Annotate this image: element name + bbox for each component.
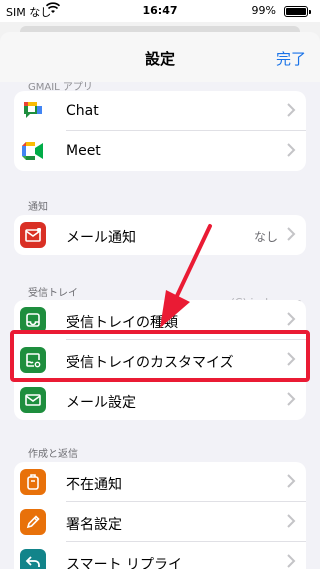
settings-row-chat[interactable]: Chat — [14, 91, 306, 131]
inbox-customize-icon — [20, 347, 46, 373]
chevron-right-icon — [287, 554, 296, 568]
settings-row-label: スマート リプライ — [66, 557, 183, 569]
chevron-right-icon — [287, 312, 296, 326]
vacation-icon — [20, 469, 46, 495]
notifications-group: メール通知 なし — [14, 215, 306, 255]
settings-row-label: 受信トレイの種類 — [66, 315, 178, 331]
settings-row-label: 署名設定 — [66, 517, 122, 533]
settings-row-vacation-responder[interactable]: 不在通知 — [14, 462, 306, 502]
settings-row-label: Meet — [66, 143, 101, 159]
settings-row-inbox-type[interactable]: 受信トレイの種類 — [14, 300, 306, 340]
settings-row-mail-notifications[interactable]: メール通知 なし — [14, 215, 306, 255]
settings-row-inbox-customize[interactable]: 受信トレイのカスタマイズ — [14, 340, 306, 380]
chevron-right-icon — [287, 352, 296, 366]
chevron-right-icon — [287, 103, 296, 117]
page-title: 設定 — [144, 50, 175, 68]
google-chat-icon — [20, 98, 46, 124]
section-header-inbox: 受信トレイ — [28, 288, 78, 299]
settings-row-smart-reply[interactable]: スマート リプライ — [14, 542, 306, 569]
chevron-right-icon — [287, 514, 296, 528]
inbox-icon — [20, 307, 46, 333]
apps-group: Chat Meet — [14, 91, 306, 171]
settings-row-signature[interactable]: 署名設定 — [14, 502, 306, 542]
chevron-right-icon — [287, 143, 296, 157]
chevron-right-icon — [287, 474, 296, 488]
inbox-group: 受信トレイの種類 受信トレイのカスタマイズ メール設定 — [14, 300, 306, 420]
mail-notification-icon — [20, 222, 46, 248]
settings-row-label: 受信トレイのカスタマイズ — [66, 355, 234, 371]
settings-row-label: Chat — [66, 103, 99, 119]
settings-row-label: 不在通知 — [66, 477, 122, 493]
battery-icon — [284, 6, 311, 17]
battery-percentage: 99% — [251, 4, 276, 17]
settings-row-label: メール通知 — [66, 230, 136, 246]
done-button[interactable]: 完了 — [276, 48, 306, 69]
navigation-bar: 設定 完了 — [0, 32, 320, 82]
google-meet-icon — [20, 138, 46, 164]
settings-row-meet[interactable]: Meet — [14, 131, 306, 171]
settings-sheet: 設定 完了 GMAIL アプリ Chat Meet 通知 メール通知 なし 受信… — [0, 32, 320, 569]
signature-pen-icon — [20, 509, 46, 535]
chevron-right-icon — [287, 227, 296, 241]
section-header-compose-reply: 作成と返信 — [28, 449, 78, 460]
section-header-notifications: 通知 — [28, 202, 48, 213]
settings-row-value: なし — [253, 230, 278, 244]
settings-row-mail-settings[interactable]: メール設定 — [14, 380, 306, 420]
status-bar: SIM なし 16:47 99% — [0, 0, 320, 22]
chevron-right-icon — [287, 392, 296, 406]
compose-group: 不在通知 署名設定 スマート リプライ — [14, 462, 306, 569]
reply-icon — [20, 549, 46, 569]
mail-icon — [20, 387, 46, 413]
settings-row-label: メール設定 — [66, 395, 136, 411]
